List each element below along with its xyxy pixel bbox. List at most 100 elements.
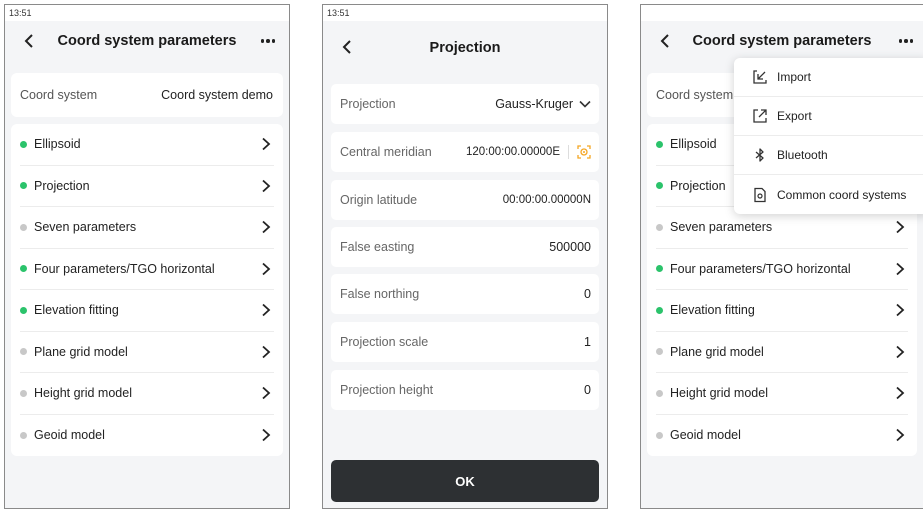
false-northing-field[interactable]: False northing 0 bbox=[331, 274, 599, 314]
list-item-label: Elevation fitting bbox=[670, 303, 755, 318]
list-item[interactable]: Four parameters/TGO horizontal bbox=[20, 249, 274, 290]
back-button[interactable] bbox=[19, 29, 39, 53]
chevron-right-icon bbox=[896, 429, 905, 442]
menu-item-common-coord-systems[interactable]: Common coord systems bbox=[734, 175, 923, 214]
menu-item-label: Import bbox=[777, 70, 812, 84]
projection-screen: 13:51 Projection Projection Gauss-Kruger… bbox=[322, 4, 608, 509]
origin-latitude-value: 00:00:00.00000N bbox=[502, 194, 591, 206]
projection-height-label: Projection height bbox=[340, 383, 434, 397]
coord-system-label: Coord system bbox=[656, 88, 734, 102]
status-dot-icon bbox=[656, 306, 663, 314]
projection-value: Gauss-Kruger bbox=[495, 97, 573, 111]
nav-bar: Coord system parameters bbox=[641, 21, 923, 61]
chevron-right-icon bbox=[262, 138, 271, 151]
ok-button[interactable]: OK bbox=[331, 460, 599, 502]
list-item-label: Seven parameters bbox=[34, 220, 137, 235]
coord-system-value: Coord system demo bbox=[161, 88, 273, 102]
status-dot-icon bbox=[656, 389, 663, 397]
list-item[interactable]: Elevation fitting bbox=[656, 290, 908, 332]
chevron-left-icon bbox=[24, 34, 33, 48]
list-item[interactable]: Plane grid model bbox=[656, 332, 908, 373]
coord-system-label: Coord system bbox=[20, 88, 98, 102]
document-icon bbox=[754, 187, 766, 202]
chevron-right-icon bbox=[262, 304, 271, 317]
status-dot-icon bbox=[656, 431, 663, 439]
projection-scale-label: Projection scale bbox=[340, 335, 429, 349]
central-meridian-field[interactable]: Central meridian 120:00:00.00000E bbox=[331, 132, 599, 172]
chevron-right-icon bbox=[262, 262, 271, 275]
status-bar-time: 13:51 bbox=[323, 5, 607, 21]
list-item-label: Elevation fitting bbox=[34, 303, 119, 318]
list-item[interactable]: Ellipsoid bbox=[20, 124, 274, 166]
list-item[interactable]: Height grid model bbox=[656, 373, 908, 415]
menu-item-bluetooth[interactable]: Bluetooth bbox=[734, 136, 923, 175]
more-menu-button[interactable] bbox=[895, 31, 917, 51]
false-easting-label: False easting bbox=[340, 240, 415, 254]
status-dot-icon bbox=[20, 306, 27, 314]
divider bbox=[568, 145, 569, 159]
menu-item-import[interactable]: Import bbox=[734, 58, 923, 97]
parameter-list: Ellipsoid Projection Seven parameters Four … bbox=[11, 124, 283, 456]
false-easting-value: 500000 bbox=[549, 240, 591, 254]
central-meridian-label: Central meridian bbox=[340, 145, 432, 159]
chevron-right-icon bbox=[262, 345, 271, 358]
list-item-label: Projection bbox=[34, 178, 90, 193]
more-dot-icon bbox=[271, 39, 276, 43]
menu-item-label: Bluetooth bbox=[777, 148, 828, 162]
menu-item-export[interactable]: Export bbox=[734, 97, 923, 136]
chevron-right-icon bbox=[262, 179, 271, 192]
list-item-label: Height grid model bbox=[670, 386, 768, 401]
page-title: Projection bbox=[429, 40, 501, 56]
status-dot-icon bbox=[20, 431, 27, 439]
list-item[interactable]: Projection bbox=[20, 166, 274, 207]
chevron-right-icon bbox=[262, 429, 271, 442]
list-item-label: Four parameters/TGO horizontal bbox=[670, 261, 851, 276]
chevron-left-icon bbox=[342, 40, 351, 54]
list-item[interactable]: Elevation fitting bbox=[20, 290, 274, 332]
menu-item-label: Common coord systems bbox=[777, 187, 907, 202]
projection-height-value: 0 bbox=[584, 383, 591, 397]
list-item-label: Plane grid model bbox=[34, 344, 128, 359]
status-dot-icon bbox=[20, 182, 27, 190]
list-item[interactable]: Four parameters/TGO horizontal bbox=[656, 249, 908, 290]
projection-label: Projection bbox=[340, 97, 396, 111]
list-item-label: Ellipsoid bbox=[34, 137, 81, 152]
status-dot-icon bbox=[656, 182, 663, 190]
bluetooth-icon bbox=[755, 148, 764, 162]
chevron-right-icon bbox=[262, 221, 271, 234]
projection-height-field[interactable]: Projection height 0 bbox=[331, 370, 599, 410]
central-meridian-value: 120:00:00.00000E bbox=[465, 146, 560, 158]
list-item-label: Geoid model bbox=[670, 428, 741, 443]
status-dot-icon bbox=[656, 265, 663, 273]
projection-scale-field[interactable]: Projection scale 1 bbox=[331, 322, 599, 362]
origin-latitude-label: Origin latitude bbox=[340, 193, 418, 207]
more-dot-icon bbox=[909, 39, 914, 43]
status-dot-icon bbox=[20, 265, 27, 273]
false-easting-field[interactable]: False easting 500000 bbox=[331, 227, 599, 267]
list-item[interactable]: Geoid model bbox=[20, 415, 274, 457]
locate-icon[interactable] bbox=[577, 145, 591, 159]
list-item[interactable]: Geoid model bbox=[656, 415, 908, 457]
back-button[interactable] bbox=[337, 35, 357, 59]
status-bar-time: 13:51 bbox=[5, 5, 289, 21]
list-item-label: Geoid model bbox=[34, 428, 105, 443]
list-item-label: Height grid model bbox=[34, 386, 132, 401]
nav-bar: Coord system parameters bbox=[5, 21, 289, 61]
status-dot-icon bbox=[656, 140, 663, 148]
more-menu-button[interactable] bbox=[257, 31, 279, 51]
list-item-label: Seven parameters bbox=[670, 220, 773, 235]
list-item[interactable]: Height grid model bbox=[20, 373, 274, 415]
list-item[interactable]: Seven parameters bbox=[20, 207, 274, 249]
page-title: Coord system parameters bbox=[692, 33, 872, 49]
chevron-right-icon bbox=[896, 387, 905, 400]
status-dot-icon bbox=[656, 348, 663, 356]
coord-system-field[interactable]: Coord system Coord system demo bbox=[11, 73, 283, 117]
projection-select[interactable]: Projection Gauss-Kruger bbox=[331, 84, 599, 124]
more-dot-icon bbox=[260, 39, 265, 43]
list-item[interactable]: Plane grid model bbox=[20, 332, 274, 373]
more-dot-icon bbox=[266, 39, 270, 43]
back-button[interactable] bbox=[655, 29, 675, 53]
more-dot-icon bbox=[904, 39, 908, 43]
nav-bar: Projection bbox=[323, 21, 607, 73]
origin-latitude-field[interactable]: Origin latitude 00:00:00.00000N bbox=[331, 180, 599, 220]
